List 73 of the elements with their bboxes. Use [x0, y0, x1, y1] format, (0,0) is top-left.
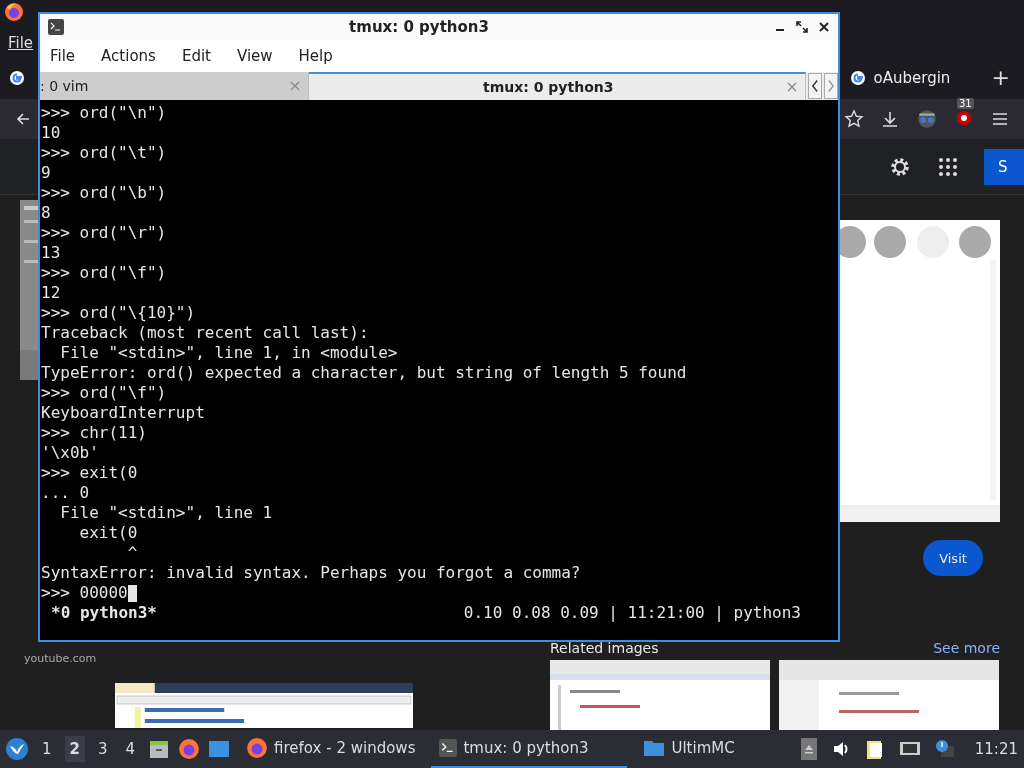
firefox-icon[interactable]	[178, 738, 201, 760]
clipboard-icon[interactable]	[864, 738, 885, 760]
terminal-line: exit(0	[78, 523, 138, 543]
taskbar-task[interactable]: firefox - 2 windows	[238, 730, 424, 768]
terminal-line: >>> ord("\f")	[41, 263, 167, 283]
terminal-line: >>> ord("\t")	[41, 143, 167, 163]
google-icon	[849, 69, 866, 86]
workspace-button[interactable]: 1	[37, 736, 57, 762]
tmux-status: 0.10 0.08 0.09 | 11:21:00 | python3	[463, 603, 801, 623]
sign-in-button[interactable]: S	[984, 148, 1024, 185]
terminal-line: >>> exit(0	[41, 463, 138, 483]
tmux-window-name: *0 python3*	[51, 603, 157, 623]
firefox-icon	[246, 737, 269, 759]
terminal-line: >>> ord("\n")	[41, 103, 167, 123]
terminal-icon	[48, 19, 64, 35]
terminal-line: 8	[41, 203, 51, 223]
menu-item[interactable]: Actions	[101, 47, 156, 65]
file-cabinet-icon[interactable]	[148, 738, 171, 760]
google-icon	[9, 69, 25, 86]
star-icon[interactable]	[844, 109, 864, 130]
terminal-line: File "<stdin>", line 1	[59, 503, 273, 523]
terminal-line: KeyboardInterrupt	[41, 403, 205, 423]
browser-tab[interactable]: oAubergin	[845, 64, 974, 91]
terminal-line: >>> ord("\b")	[41, 183, 167, 203]
terminal-line: 9	[41, 163, 51, 183]
window-title: tmux: 0 python3	[348, 18, 490, 36]
workspace-button[interactable]: 4	[120, 736, 141, 762]
workspace-button[interactable]: 3	[93, 736, 113, 762]
terminal-line: 10	[41, 123, 61, 143]
network-icon[interactable]	[898, 740, 921, 758]
close-icon[interactable]	[818, 21, 830, 33]
terminal-line: File "<stdin>", line 1, in <module>	[59, 343, 398, 363]
scroll-left-icon[interactable]	[808, 73, 822, 99]
terminal-tab[interactable]: : 0 vim	[40, 72, 310, 100]
mask-icon[interactable]	[916, 108, 938, 131]
terminal-line: 12	[41, 283, 61, 303]
terminal-line: 13	[41, 243, 61, 263]
workspace-button[interactable]: 2	[64, 736, 85, 762]
download-icon[interactable]	[880, 109, 900, 130]
terminal-icon	[439, 739, 458, 757]
terminal-line: ... 0	[41, 483, 90, 503]
see-more-link[interactable]: See more	[933, 640, 1000, 656]
menu-item[interactable]: Edit	[181, 47, 211, 65]
menu-item[interactable]: File	[8, 33, 34, 52]
source-url: youtube.com	[24, 652, 97, 665]
firefox-icon	[4, 1, 24, 22]
terminal-line: >>> ord("\{10}")	[41, 303, 196, 323]
terminal-tab[interactable]: tmux: 0 python3	[309, 72, 806, 100]
notification-icon[interactable]	[934, 739, 955, 759]
terminal-line: >>> ord("\f")	[41, 383, 167, 403]
new-tab-button[interactable]: +	[987, 65, 1014, 91]
taskbar-task[interactable]: tmux: 0 python3	[431, 730, 628, 768]
apps-grid-icon[interactable]	[938, 156, 958, 177]
terminal-line: >>> chr(11)	[41, 423, 147, 443]
notification-badge: 31	[957, 98, 974, 110]
terminal-line: Traceback (most recent call last):	[41, 323, 369, 343]
maximize-icon[interactable]	[796, 21, 808, 33]
terminal-line: >>> ord("\r")	[41, 223, 167, 243]
taskbar-task[interactable]: UltimMC	[635, 730, 743, 768]
terminal-line: SyntaxError: invalid syntax. Perhaps you forgot a comma?	[41, 563, 581, 583]
window-icon[interactable]	[208, 738, 231, 760]
terminal-line: >>> 00000	[41, 583, 128, 603]
eject-icon[interactable]	[800, 738, 817, 760]
menu-item[interactable]: View	[236, 47, 273, 65]
terminal-line: TypeError: ord() expected a character, but string of length 5 found	[41, 363, 687, 383]
visit-button[interactable]: Visit	[923, 540, 983, 576]
menu-item[interactable]: File	[50, 47, 76, 65]
text-cursor	[127, 585, 137, 602]
menu-item[interactable]: Help	[298, 47, 333, 65]
terminal-line: '\x0b'	[41, 443, 99, 463]
terminal-line: ^	[126, 543, 138, 563]
clock: 11:21	[974, 740, 1018, 758]
section-title: Related images	[550, 640, 659, 656]
